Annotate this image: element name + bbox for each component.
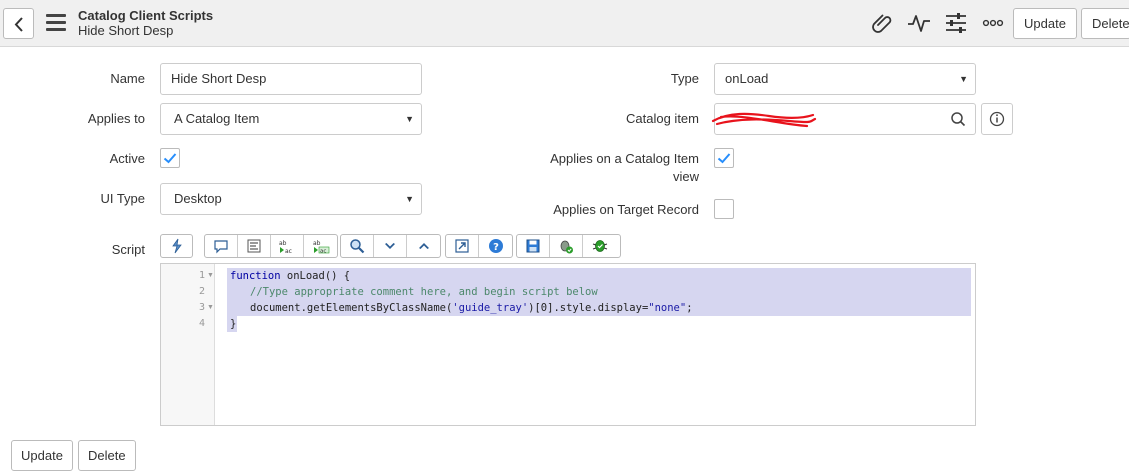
applies-to-value: A Catalog Item [174,111,260,126]
active-checkbox[interactable] [160,148,180,168]
comment-icon [214,240,228,254]
script-label: Script [111,242,145,257]
bug-check-icon [592,240,607,252]
header-delete-button[interactable]: Delete [1081,8,1129,39]
catalog-item-label: Catalog item [626,111,699,126]
ui-type-value: Desktop [174,191,222,206]
active-label: Active [109,151,145,166]
toolbar-group-edit: ab ac ab ac [204,234,338,258]
checkmark-icon [717,153,731,164]
help-icon: ? [488,239,503,253]
applies-to-label: Applies to [87,111,145,126]
header-update-button[interactable]: Update [1013,8,1077,39]
chevron-up-icon [418,243,429,249]
caret-down-icon: ▼ [959,74,968,84]
catalog-item-field[interactable] [711,103,944,135]
footer-update-button[interactable]: Update [11,440,73,471]
search-icon [350,239,365,254]
code-line-3: document.getElementsByClassName('guide_t… [250,302,693,314]
format-code-button[interactable] [238,235,271,257]
save-icon [526,239,540,253]
comment-button[interactable] [205,235,238,257]
hamburger-menu-icon[interactable] [46,14,66,32]
checkmark-icon [163,153,177,164]
chevron-down-icon [385,243,395,249]
type-label: Type [670,71,699,86]
toolbar-group-format [160,234,193,258]
name-label: Name [110,71,145,86]
svg-text:ac: ac [285,248,292,254]
applies-to-select[interactable]: A Catalog Item ▼ [160,103,422,135]
caret-down-icon: ▼ [405,114,414,124]
script-debugger-button[interactable] [550,235,583,257]
replace-all-button[interactable]: ab ac [304,235,337,257]
line-number: 2 [198,286,205,297]
caret-down-icon: ▼ [405,194,414,204]
code-line-1: function onLoad() { [230,270,351,282]
toggle-syntax-button[interactable] [161,235,192,257]
format-icon [247,239,261,253]
ui-type-select[interactable]: Desktop ▼ [160,183,422,215]
svg-text:?: ? [493,242,499,253]
expand-icon [455,239,469,253]
redaction-scribble [711,112,817,128]
code-line-4: } [230,318,237,330]
footer-delete-button[interactable]: Delete [78,440,136,471]
applies-on-view-label: Applies on a Catalog Item view [550,151,699,184]
find-next-button[interactable] [374,235,407,257]
line-number: 4 [198,318,205,329]
line-number: 1 [198,270,205,281]
search-icon [951,112,966,127]
help-button[interactable]: ? [479,235,512,257]
ui-type-label: UI Type [100,191,145,206]
page-title: Catalog Client Scripts [78,8,214,23]
back-button[interactable] [3,8,34,39]
replace-all-icon: ab ac [313,240,329,255]
info-icon [989,111,1005,127]
line-number: 3 [198,302,205,313]
catalog-item-info-button[interactable] [981,103,1013,135]
replace-button[interactable]: ab ac [271,235,304,257]
record-name: Hide Short Desp [78,23,174,38]
syntax-toggle-icon [171,238,182,254]
more-icon[interactable] [980,10,1006,36]
svg-text:ac: ac [320,249,326,255]
form-header: Catalog Client Scripts Hide Short Desp U… [0,0,1129,47]
toolbar-group-debug [516,234,621,258]
fold-arrow-icon[interactable]: ▼ [207,304,214,311]
applies-on-view-checkbox[interactable] [714,148,734,168]
activity-icon[interactable] [906,10,932,36]
replace-icon: ab ac [279,240,292,254]
script-editor[interactable]: 1 ▼ 2 3 ▼ 4 function onLoad() { //Type a… [160,263,976,426]
code-line-2: //Type appropriate comment here, and beg… [250,286,598,298]
fold-arrow-icon[interactable]: ▼ [207,272,214,279]
syntax-check-button[interactable] [583,235,616,257]
catalog-item-lookup-button[interactable] [943,103,976,135]
name-field[interactable]: Hide Short Desp [160,63,422,95]
fullscreen-button[interactable] [446,235,479,257]
svg-text:ab: ab [279,240,287,247]
sliders-icon[interactable] [943,10,969,36]
applies-on-target-checkbox[interactable] [714,199,734,219]
chevron-left-icon [14,17,23,32]
type-value: onLoad [725,71,769,86]
toolbar-group-search [340,234,441,258]
find-button[interactable] [341,235,374,257]
debug-icon [560,240,573,254]
paperclip-icon[interactable] [870,10,896,36]
save-button[interactable] [517,235,550,257]
type-select[interactable]: onLoad ▼ [714,63,976,95]
toolbar-group-help: ? [445,234,513,258]
applies-on-target-label: Applies on Target Record [553,202,699,217]
svg-text:ab: ab [313,240,321,247]
find-previous-button[interactable] [407,235,440,257]
